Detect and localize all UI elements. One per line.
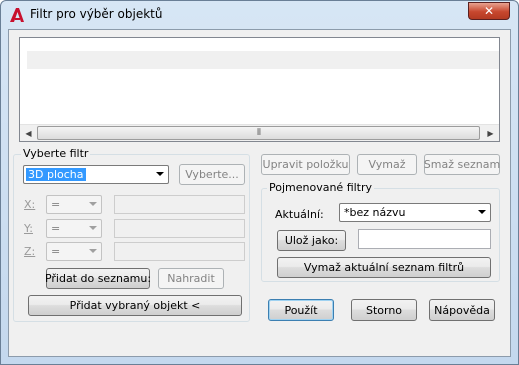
delete-button[interactable]: Vymaž (357, 154, 417, 175)
chevron-down-icon (156, 172, 164, 176)
chevron-down-icon (478, 210, 486, 214)
y-label: Y: (24, 222, 33, 235)
save-as-button[interactable]: Ulož jako: (277, 230, 346, 251)
x-label: X: (24, 198, 36, 211)
chevron-down-icon (89, 249, 97, 253)
y-value-field[interactable] (114, 219, 245, 238)
current-filter-select[interactable]: *bez názvu (339, 203, 491, 222)
z-label: Z: (24, 245, 36, 258)
window-title: Filtr pro výběr objektů (30, 7, 163, 21)
replace-button[interactable]: Nahradit (158, 268, 224, 289)
filter-list[interactable]: ◀ ⦀ ▶ (19, 37, 500, 142)
scroll-right-icon[interactable]: ▶ (482, 125, 499, 141)
y-operator-select[interactable]: = (46, 219, 102, 238)
add-selected-object-button[interactable]: Přidat vybraný objekt < (28, 295, 242, 316)
add-to-list-button[interactable]: Přidat do seznamu: (45, 268, 151, 289)
filter-dialog-window: Filtr pro výběr objektů ✕ ◀ ⦀ ▶ Vyberte … (0, 0, 519, 365)
select-button[interactable]: Vyberte... (179, 164, 245, 185)
select-filter-group-title: Vyberte filtr (21, 147, 91, 160)
grip-icon: ⦀ (257, 128, 261, 138)
edit-item-button[interactable]: Upravit položku (261, 154, 350, 175)
close-button[interactable]: ✕ (468, 2, 510, 20)
named-filters-group-title: Pojmenované filtry (267, 181, 375, 194)
z-value-field[interactable] (114, 242, 245, 261)
apply-button[interactable]: Použít (268, 299, 334, 321)
clear-list-button[interactable]: Smaž seznam (424, 154, 500, 175)
close-icon: ✕ (483, 4, 495, 18)
list-item[interactable] (27, 51, 499, 69)
horizontal-scrollbar[interactable]: ◀ ⦀ ▶ (20, 124, 499, 141)
current-filter-label: Aktuální: (275, 208, 324, 221)
x-operator-select[interactable]: = (46, 195, 102, 214)
filter-type-value: 3D plocha (26, 168, 86, 181)
help-button[interactable]: Nápověda (429, 299, 495, 321)
scroll-thumb[interactable]: ⦀ (37, 126, 480, 140)
chevron-down-icon (89, 202, 97, 206)
delete-current-filter-list-button[interactable]: Vymaž aktuální seznam filtrů (277, 257, 491, 278)
autocad-logo-icon (9, 7, 25, 23)
scroll-left-icon[interactable]: ◀ (20, 125, 37, 141)
dialog-client-area: ◀ ⦀ ▶ Vyberte filtr 3D plocha Vyberte...… (8, 29, 511, 357)
title-bar[interactable]: Filtr pro výběr objektů ✕ (1, 1, 518, 29)
cancel-button[interactable]: Storno (351, 299, 417, 321)
x-value-field[interactable] (114, 195, 245, 214)
filter-type-select[interactable]: 3D plocha (23, 165, 169, 184)
save-as-name-field[interactable] (358, 229, 491, 249)
chevron-down-icon (89, 226, 97, 230)
z-operator-select[interactable]: = (46, 242, 102, 261)
